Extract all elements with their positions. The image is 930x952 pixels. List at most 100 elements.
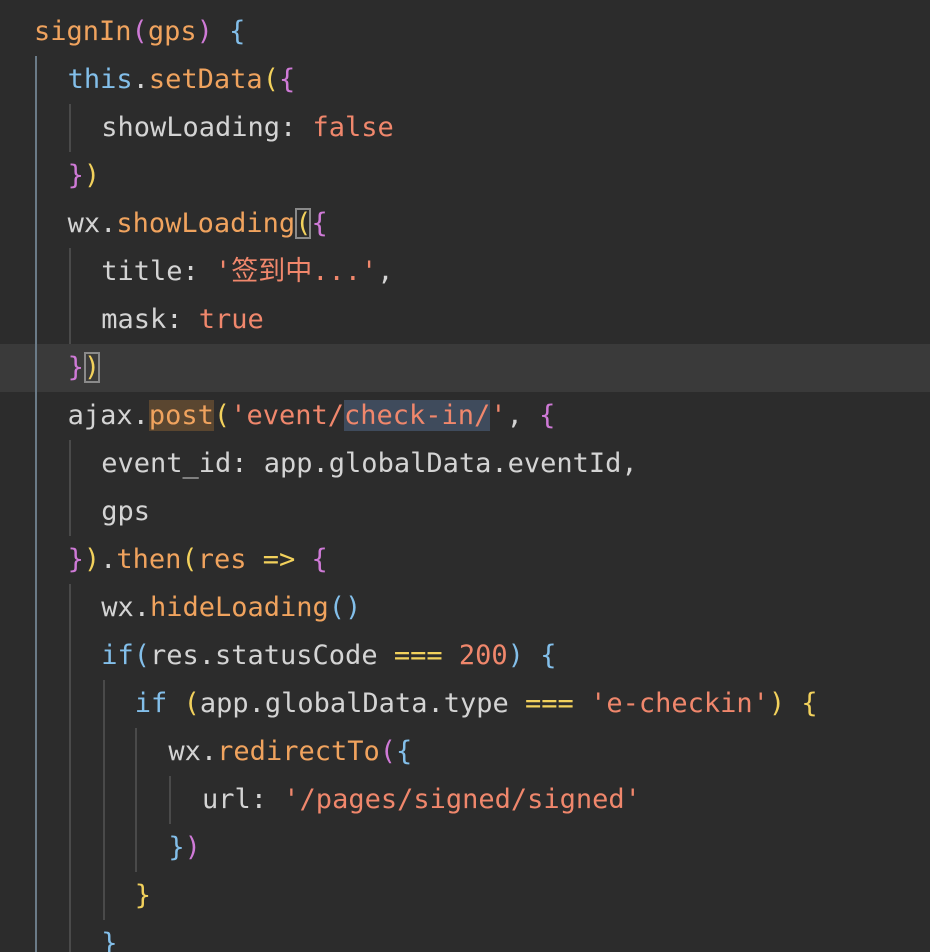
code-token: .: [248, 688, 265, 719]
code-token: {: [311, 544, 328, 575]
code-token: wx: [101, 592, 134, 623]
code-line-content: url: '/pages/signed/signed': [202, 776, 641, 824]
code-token: ===: [525, 688, 574, 719]
code-line[interactable]: title: '签到中...',: [0, 248, 930, 296]
code-token: setData: [148, 64, 263, 95]
code-token: redirectTo: [217, 736, 380, 767]
code-token: app: [199, 688, 249, 719]
code-token: ': [490, 400, 507, 431]
code-token: title: [101, 256, 183, 287]
code-token: }: [67, 352, 84, 383]
code-line[interactable]: wx.hideLoading(): [0, 584, 930, 632]
code-token: url: [202, 784, 251, 815]
code-token: 200: [458, 640, 508, 671]
code-token: .: [100, 544, 117, 575]
code-token: (: [181, 544, 198, 575]
code-token: res: [197, 544, 247, 575]
code-editor[interactable]: }}}) url: '/pages/signed/signed' wx.redire…: [0, 0, 930, 952]
code-line[interactable]: }: [0, 920, 930, 952]
code-token: .: [491, 448, 508, 479]
code-token: ): [768, 688, 786, 719]
code-token: event_id: [101, 448, 232, 479]
code-line-content: }).then(res => {: [68, 536, 328, 584]
code-token: true: [198, 304, 264, 335]
code-line-content: wx.redirectTo({: [168, 728, 412, 776]
code-token: }: [168, 832, 185, 863]
code-token: :: [231, 448, 264, 479]
code-token: app: [263, 448, 313, 479]
code-line[interactable]: }): [0, 152, 930, 200]
code-token: .: [100, 208, 117, 239]
code-token: {: [278, 64, 296, 95]
code-token: ,: [377, 256, 394, 287]
code-token: '签到中...': [214, 256, 378, 287]
code-line[interactable]: }): [0, 824, 930, 872]
code-token: showLoading: [116, 208, 296, 239]
code-token: {: [540, 640, 557, 671]
code-line[interactable]: }): [0, 344, 930, 392]
code-token: (: [213, 400, 231, 431]
code-line[interactable]: }: [0, 872, 930, 920]
code-line[interactable]: if(res.statusCode === 200) {: [0, 632, 930, 680]
code-line[interactable]: gps: [0, 488, 930, 536]
code-token: }: [101, 928, 118, 952]
code-token: hideLoading: [149, 592, 329, 623]
code-token: (): [328, 592, 362, 623]
code-token: {: [539, 400, 556, 431]
code-token: 'e-checkin': [590, 688, 769, 719]
code-line[interactable]: }).then(res => {: [0, 536, 930, 584]
code-token: ,: [621, 448, 638, 479]
code-line[interactable]: ajax.post('event/check-in/', {: [0, 392, 930, 440]
code-token: ): [83, 544, 101, 575]
code-line-content: wx.hideLoading(): [101, 584, 361, 632]
code-token: =>: [262, 544, 296, 575]
code-line-content: mask: true: [101, 296, 264, 344]
code-line-content: }): [68, 344, 101, 392]
code-line[interactable]: signIn(gps) {: [0, 8, 930, 56]
code-token: ): [507, 640, 524, 671]
code-token: ): [196, 16, 213, 47]
code-line[interactable]: wx.showLoading({: [0, 200, 930, 248]
indent-guide-inner-if-body: [135, 728, 137, 872]
code-token: (: [262, 64, 279, 95]
code-line[interactable]: event_id: app.globalData.eventId,: [0, 440, 930, 488]
indent-guide-redirect-args: [169, 776, 171, 824]
code-token: false: [312, 112, 394, 143]
code-token: .: [132, 400, 149, 431]
code-token: globalData: [264, 688, 428, 719]
code-line[interactable]: if (app.globalData.type === 'e-checkin')…: [0, 680, 930, 728]
code-line[interactable]: url: '/pages/signed/signed': [0, 776, 930, 824]
code-token: statusCode: [215, 640, 378, 671]
code-token: then: [116, 544, 182, 575]
code-token: ,: [506, 400, 540, 431]
code-token: (: [295, 208, 312, 239]
indent-guide-setdata: [69, 104, 71, 152]
code-token: .: [198, 640, 216, 671]
code-line[interactable]: mask: true: [0, 296, 930, 344]
code-line-content: gps: [101, 488, 150, 536]
code-token: this: [67, 64, 133, 95]
code-token: (: [183, 688, 200, 719]
code-line[interactable]: this.setData({: [0, 56, 930, 104]
code-line-content: title: '签到中...',: [101, 248, 393, 296]
code-token: ): [83, 160, 101, 191]
code-token: ): [184, 832, 201, 863]
code-token: :: [182, 256, 215, 287]
code-line[interactable]: wx.redirectTo({: [0, 728, 930, 776]
code-token: gps: [101, 496, 150, 527]
indent-guide-if-body: [103, 680, 105, 920]
code-token: wx: [67, 208, 101, 239]
code-token: '/pages/signed/signed': [283, 784, 641, 815]
code-token: check-in/: [343, 400, 491, 431]
code-token: {: [229, 16, 246, 47]
code-line[interactable]: showLoading: false: [0, 104, 930, 152]
code-token: .: [427, 688, 444, 719]
code-token: {: [311, 208, 328, 239]
